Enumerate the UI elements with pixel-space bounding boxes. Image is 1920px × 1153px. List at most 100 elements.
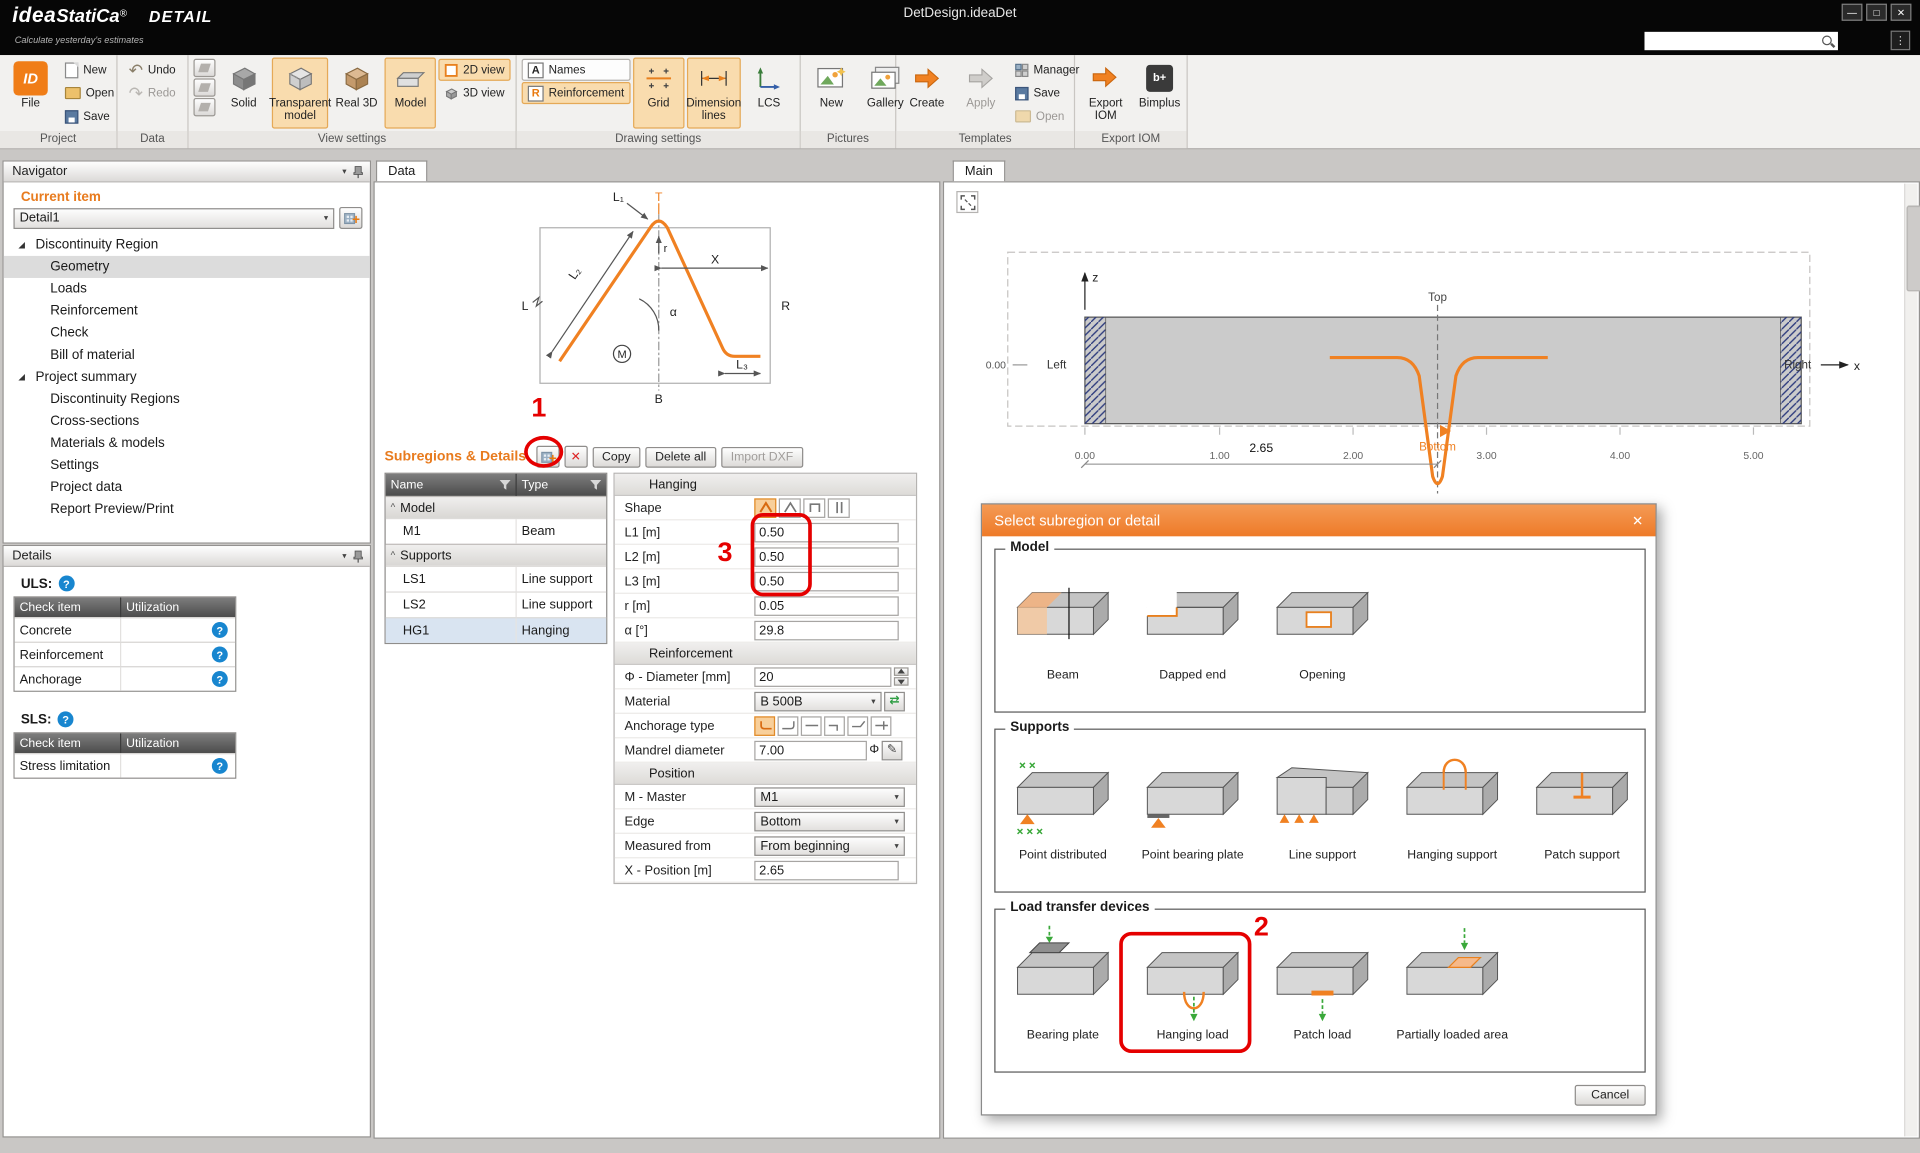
dimension-lines-button[interactable]: Dimension lines xyxy=(687,58,741,129)
load-option-bearing-plate[interactable]: Bearing plate xyxy=(1005,920,1120,1042)
support-option-patch-support[interactable]: Patch support xyxy=(1524,740,1639,862)
tab-data[interactable]: Data xyxy=(376,160,428,181)
model-button[interactable]: Model xyxy=(385,58,436,129)
dialog-titlebar[interactable]: Select subregion or detail ✕ xyxy=(982,504,1655,536)
subregion-option-opening[interactable]: Opening xyxy=(1265,560,1380,682)
help-icon[interactable]: ? xyxy=(212,758,228,774)
view-side-button[interactable] xyxy=(193,98,215,116)
export-iom-button[interactable]: Export IOM xyxy=(1080,58,1131,129)
collapse-chevron-icon[interactable]: ▾ xyxy=(342,551,346,561)
tree-item-check[interactable]: Check xyxy=(4,322,370,344)
delete-subregion-button[interactable]: ✕ xyxy=(564,446,587,468)
material-select[interactable]: B 500B▾ xyxy=(754,691,881,711)
tree-item-report-preview-print[interactable]: Report Preview/Print xyxy=(4,498,370,520)
anchorage-option-2-icon[interactable] xyxy=(778,716,799,736)
beam-body[interactable] xyxy=(1085,317,1801,424)
section-position[interactable]: Position xyxy=(615,763,916,785)
section-hanging[interactable]: Hanging xyxy=(615,474,916,496)
file-button[interactable]: ID File xyxy=(5,58,56,129)
template-create-button[interactable]: Create xyxy=(901,58,952,129)
tree-item-discontinuity-regions[interactable]: Discontinuity Regions xyxy=(4,388,370,410)
lcs-button[interactable]: LCS xyxy=(743,58,794,129)
subregion-option-beam[interactable]: Beam xyxy=(1005,560,1120,682)
names-toggle[interactable]: ANames xyxy=(522,59,631,81)
support-option-hanging-support[interactable]: Hanging support xyxy=(1395,740,1510,862)
open-button[interactable]: Open xyxy=(59,82,121,104)
diameter-stepper[interactable] xyxy=(894,667,909,685)
anchorage-option-6-icon[interactable] xyxy=(871,716,892,736)
material-edit-button[interactable]: ⇄ xyxy=(884,691,905,711)
x-position-input[interactable]: 2.65 xyxy=(754,860,898,880)
table-row[interactable]: Reinforcement? xyxy=(15,642,235,666)
help-icon[interactable]: ? xyxy=(58,711,74,727)
tree-item-discontinuity-region[interactable]: ◢Discontinuity Region xyxy=(4,234,370,256)
mandrel-diameter-input[interactable]: 7.00 xyxy=(754,740,867,760)
tree-item-cross-sections[interactable]: Cross-sections xyxy=(4,410,370,432)
master-select[interactable]: M1▾ xyxy=(754,787,905,807)
tree-item-geometry[interactable]: Geometry xyxy=(4,256,370,278)
tree-item-loads[interactable]: Loads xyxy=(4,278,370,300)
tab-main[interactable]: Main xyxy=(953,160,1005,181)
pin-icon[interactable] xyxy=(353,165,364,178)
support-option-point-bearing-plate[interactable]: Point bearing plate xyxy=(1135,740,1250,862)
template-open-button[interactable]: Open xyxy=(1009,105,1086,127)
copy-button[interactable]: Copy xyxy=(592,446,640,467)
table-row-m1[interactable]: M1Beam xyxy=(386,518,606,544)
grid-button[interactable]: Grid xyxy=(633,58,684,129)
search-input[interactable] xyxy=(1644,32,1837,50)
transparent-model-button[interactable]: Transparent model xyxy=(272,58,329,129)
solid-button[interactable]: Solid xyxy=(218,58,269,129)
collapse-chevron-icon[interactable]: ▾ xyxy=(342,167,346,177)
help-icon[interactable]: ? xyxy=(58,576,74,592)
delete-all-button[interactable]: Delete all xyxy=(645,446,716,467)
r-input[interactable]: 0.05 xyxy=(754,596,898,616)
help-icon[interactable]: ? xyxy=(212,647,228,663)
anchorage-option-5-icon[interactable] xyxy=(847,716,868,736)
undo-button[interactable]: ↶Undo xyxy=(122,59,181,81)
group-row-supports[interactable]: ^Supports xyxy=(386,544,606,566)
tree-item-reinforcement[interactable]: Reinforcement xyxy=(4,300,370,322)
pin-icon[interactable] xyxy=(353,549,364,562)
tree-item-project-summary[interactable]: ◢Project summary xyxy=(4,366,370,388)
support-option-point-distributed[interactable]: Point distributed xyxy=(1005,740,1120,862)
zoom-fit-button[interactable] xyxy=(956,191,978,213)
diameter-input[interactable]: 20 xyxy=(754,667,891,687)
subregion-option-dapped-end[interactable]: Dapped end xyxy=(1135,560,1250,682)
measured-from-select[interactable]: From beginning▾ xyxy=(754,836,905,856)
maximize-button[interactable]: □ xyxy=(1866,4,1887,21)
tree-item-materials-models[interactable]: Materials & models xyxy=(4,432,370,454)
filter-icon[interactable] xyxy=(590,479,601,490)
add-detail-button[interactable]: + xyxy=(339,207,362,229)
app-menu-button[interactable]: ⋮ xyxy=(1891,31,1911,51)
expander-icon[interactable]: ◢ xyxy=(18,372,25,382)
table-row-ls1[interactable]: LS1Line support xyxy=(386,566,606,592)
reinforcement-toggle[interactable]: RReinforcement xyxy=(522,82,631,104)
view-axonometry-button[interactable] xyxy=(193,59,215,77)
current-item-select[interactable]: Detail1 ▾ xyxy=(13,208,334,229)
redo-button[interactable]: ↷Redo xyxy=(122,82,181,104)
close-button[interactable]: ✕ xyxy=(1891,4,1912,21)
tree-item-project-data[interactable]: Project data xyxy=(4,476,370,498)
cancel-button[interactable]: Cancel xyxy=(1575,1085,1646,1106)
vertical-scrollbar[interactable] xyxy=(1904,184,1917,1137)
support-option-line-support[interactable]: Line support xyxy=(1265,740,1380,862)
table-row[interactable]: Stress limitation? xyxy=(15,753,235,777)
anchorage-option-3-icon[interactable] xyxy=(801,716,822,736)
picture-new-button[interactable]: New xyxy=(806,58,857,129)
alpha-input[interactable]: 29.8 xyxy=(754,620,898,640)
anchorage-option-4-icon[interactable] xyxy=(824,716,845,736)
section-reinforcement[interactable]: Reinforcement xyxy=(615,643,916,665)
tree-item-bill-of-material[interactable]: Bill of material xyxy=(4,344,370,366)
template-save-button[interactable]: Save xyxy=(1009,82,1086,104)
import-dxf-button[interactable]: Import DXF xyxy=(721,446,803,467)
load-option-partially-loaded-area[interactable]: Partially loaded area xyxy=(1395,920,1510,1042)
scrollbar-thumb[interactable] xyxy=(1907,206,1920,292)
filter-icon[interactable] xyxy=(500,479,511,490)
dialog-close-button[interactable]: ✕ xyxy=(1632,512,1643,528)
bimplus-button[interactable]: b+ Bimplus xyxy=(1134,58,1185,129)
table-row-hg1[interactable]: HG1Hanging xyxy=(386,617,606,643)
edge-select[interactable]: Bottom▾ xyxy=(754,811,905,831)
2d-view-button[interactable]: 2D view xyxy=(439,59,511,81)
group-row-model[interactable]: ^Model xyxy=(386,496,606,518)
template-apply-button[interactable]: Apply xyxy=(955,58,1006,129)
